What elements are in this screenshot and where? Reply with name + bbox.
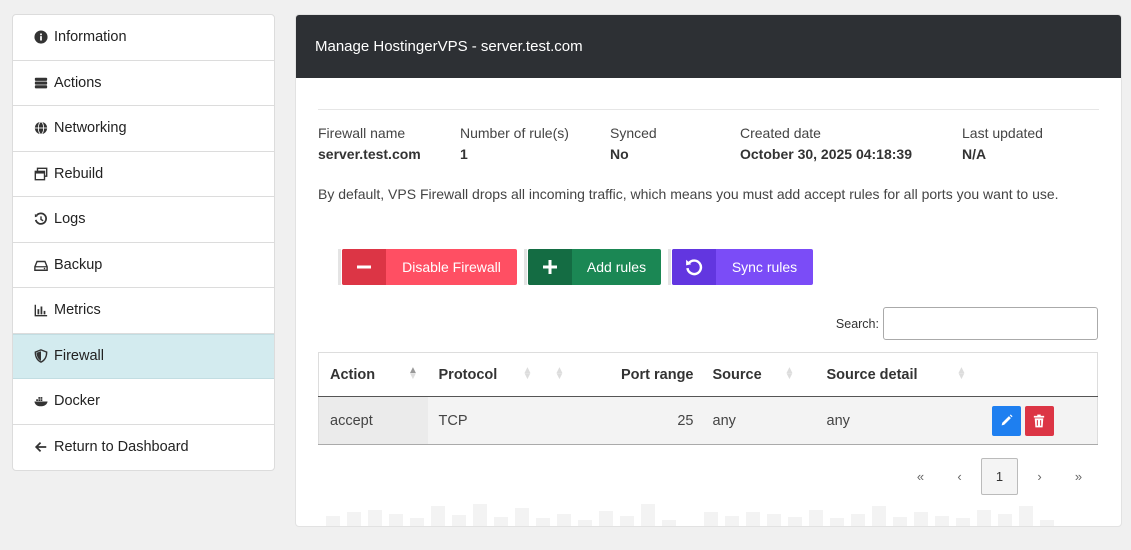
minus-icon <box>342 249 386 285</box>
sort-asc-icon: ▲ ▼ <box>408 365 418 382</box>
sidebar-item-label: Actions <box>54 74 102 91</box>
history-icon <box>34 212 48 226</box>
undo-icon <box>672 249 716 285</box>
plus-icon <box>528 249 572 285</box>
arrow-left-icon <box>34 440 48 454</box>
button-edge <box>524 249 527 285</box>
created-date-label: Created date <box>740 125 821 141</box>
sidebar-item-label: Logs <box>54 211 86 228</box>
sort-icon: ▲ ▼ <box>522 365 533 382</box>
column-header-source[interactable]: Source ▲ ▼ <box>701 352 816 397</box>
created-date-value: October 30, 2025 04:18:39 <box>740 146 912 162</box>
column-header-protocol[interactable]: Protocol ▲ ▼ ▲ ▼ <box>427 352 592 397</box>
chart-bar-icon <box>34 303 48 317</box>
firewall-name-label: Firewall name <box>318 125 406 141</box>
sort-icon: ▲ ▼ <box>956 365 967 382</box>
table-search: Search: <box>836 307 1098 340</box>
pagination: « ‹ 1 › » <box>901 458 1098 495</box>
edit-rule-button[interactable] <box>991 405 1021 436</box>
created-date-block: Created date October 30, 2025 04:18:39 <box>740 125 912 162</box>
rule-count-block: Number of rule(s) 1 <box>460 125 569 162</box>
search-label: Search: <box>835 316 879 331</box>
column-header-action[interactable]: Action ▲ ▼ <box>318 352 428 397</box>
sort-icon: ▲ ▼ <box>784 365 795 382</box>
sidebar-item-backup[interactable]: Backup <box>13 243 274 288</box>
sidebar-item-rebuild[interactable]: Rebuild <box>13 152 274 197</box>
synced-label: Synced <box>610 125 657 141</box>
pencil-icon <box>1001 414 1013 426</box>
delete-rule-button[interactable] <box>1024 405 1054 436</box>
sidebar-item-actions[interactable]: Actions <box>13 61 274 106</box>
sidebar-item-label: Backup <box>54 256 103 273</box>
sort-icon: ▲ ▼ <box>554 365 565 382</box>
cell-action: accept <box>318 396 428 445</box>
rule-count-value: 1 <box>460 146 468 162</box>
column-header-actions <box>984 352 1098 397</box>
sync-rules-button[interactable]: Sync rules <box>672 249 813 285</box>
sidebar-item-docker[interactable]: Docker <box>13 379 274 425</box>
disable-firewall-label: Disable Firewall <box>402 259 501 275</box>
last-updated-label: Last updated <box>962 125 1043 141</box>
sidebar-item-label: Firewall <box>54 348 104 365</box>
synced-block: Synced No <box>610 125 657 162</box>
add-rules-button[interactable]: Add rules <box>528 249 661 285</box>
shield-icon <box>34 349 48 364</box>
search-input[interactable] <box>883 307 1098 340</box>
sidebar-item-networking[interactable]: Networking <box>13 106 274 152</box>
pagination-first[interactable]: « <box>901 469 940 484</box>
sidebar-item-firewall[interactable]: Firewall <box>13 333 274 379</box>
firewall-name-value: server.test.com <box>318 146 421 162</box>
sidebar-item-metrics[interactable]: Metrics <box>13 288 274 334</box>
globe-icon <box>34 121 48 135</box>
sidebar-nav: Information Actions Networking Rebuild L… <box>12 14 275 471</box>
pagination-prev[interactable]: ‹ <box>940 469 979 484</box>
sidebar-item-return-dashboard[interactable]: Return to Dashboard <box>13 425 274 471</box>
window-restore-icon <box>34 167 48 181</box>
add-rules-label: Add rules <box>586 259 647 275</box>
pagination-current-page[interactable]: 1 <box>981 458 1018 495</box>
sync-rules-label: Sync rules <box>731 259 798 275</box>
column-header-port-range[interactable]: Port range <box>591 352 702 397</box>
table-row: accept TCP 25 any any <box>318 396 1098 445</box>
cell-source: any <box>701 396 816 445</box>
sidebar-item-label: Docker <box>54 393 100 410</box>
button-edge <box>338 249 341 285</box>
button-edge <box>668 249 671 285</box>
last-updated-value: N/A <box>962 146 987 162</box>
trash-icon <box>1033 414 1045 427</box>
sidebar-item-label: Networking <box>54 120 127 137</box>
sidebar-item-logs[interactable]: Logs <box>13 197 274 243</box>
server-icon <box>34 76 48 90</box>
sidebar-item-information[interactable]: Information <box>13 15 274 61</box>
hdd-icon <box>34 258 48 272</box>
rule-count-label: Number of rule(s) <box>460 125 569 141</box>
docker-icon <box>34 394 48 408</box>
firewall-name-block: Firewall name server.test.com <box>318 125 421 162</box>
divider <box>318 109 1099 110</box>
cell-port-range: 25 <box>591 396 702 445</box>
cell-source-detail: any <box>815 396 985 445</box>
firewall-panel: Manage HostingerVPS - server.test.com Fi… <box>295 14 1122 527</box>
firewall-description: By default, VPS Firewall drops all incom… <box>318 186 1059 202</box>
sidebar-item-label: Rebuild <box>54 165 104 182</box>
table-header-row: Action ▲ ▼ Protocol ▲ ▼ ▲ ▼ Port range Sour… <box>318 352 1098 397</box>
disable-firewall-button[interactable]: Disable Firewall <box>342 249 517 285</box>
sidebar-item-label: Information <box>54 29 127 46</box>
column-header-source-detail[interactable]: Source detail ▲ ▼ <box>815 352 985 397</box>
page-title: Manage HostingerVPS - server.test.com <box>315 38 583 55</box>
info-circle-icon <box>34 30 48 44</box>
pagination-last[interactable]: » <box>1059 469 1098 484</box>
sidebar-item-label: Return to Dashboard <box>54 439 189 456</box>
pagination-next[interactable]: › <box>1020 469 1059 484</box>
decorative-background <box>326 504 1091 526</box>
synced-value: No <box>610 146 629 162</box>
panel-header: Manage HostingerVPS - server.test.com <box>296 15 1121 78</box>
sidebar-item-label: Metrics <box>54 302 101 319</box>
last-updated-block: Last updated N/A <box>962 125 1043 162</box>
cell-protocol: TCP <box>427 396 592 445</box>
firewall-rules-table: Action ▲ ▼ Protocol ▲ ▼ ▲ ▼ Port range Sour… <box>318 352 1098 445</box>
cell-row-actions <box>984 396 1098 445</box>
